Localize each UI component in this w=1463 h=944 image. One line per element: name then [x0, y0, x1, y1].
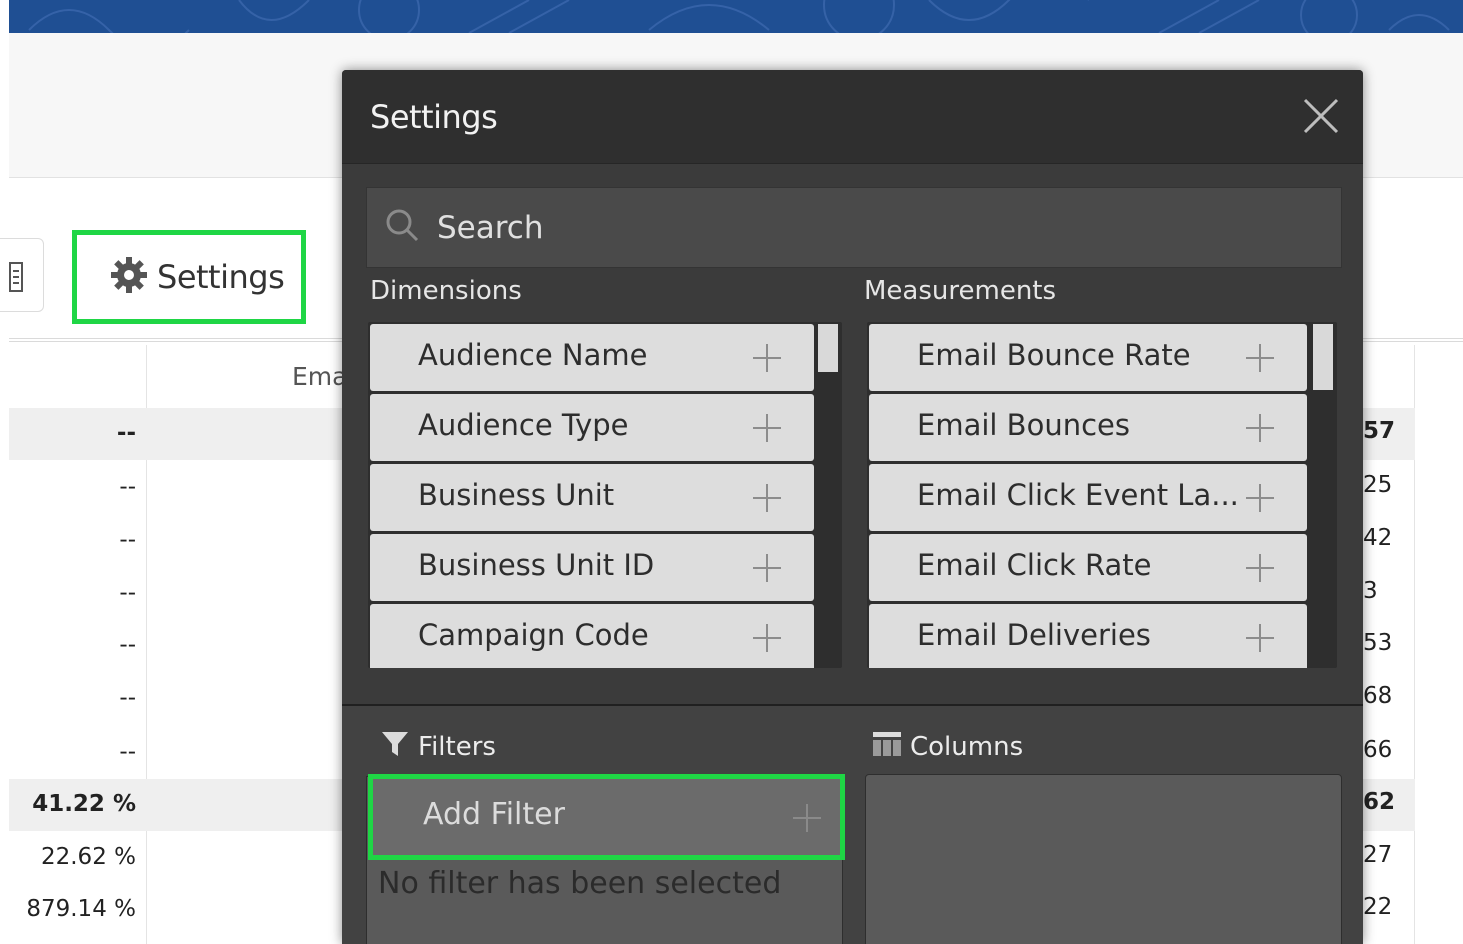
cell-value: 42 — [1363, 525, 1393, 551]
cell-value: 57 — [1363, 418, 1396, 444]
dimensions-scrollbar[interactable] — [816, 322, 840, 668]
cell-value: -- — [119, 580, 136, 606]
filters-label: Filters — [418, 731, 496, 762]
plus-icon[interactable] — [752, 413, 782, 443]
list-item[interactable]: Email Click Event La... — [869, 464, 1307, 531]
cell-value: 22.62 % — [40, 844, 136, 870]
list-item-label: Email Deliveries — [917, 618, 1151, 652]
search-icon — [385, 208, 421, 248]
filters-header: Filters — [380, 728, 496, 765]
plus-icon[interactable] — [1245, 483, 1275, 513]
cell-value: 3 — [1363, 578, 1378, 604]
add-filter-label: Add Filter — [423, 797, 565, 832]
plus-icon[interactable] — [752, 343, 782, 373]
search-input[interactable] — [437, 206, 1317, 250]
cell-value: -- — [116, 420, 136, 446]
columns-icon — [872, 728, 902, 765]
list-item-label: Email Click Event La... — [917, 478, 1239, 512]
settings-button-label: Settings — [157, 258, 285, 296]
close-icon[interactable] — [1301, 96, 1341, 136]
add-filter-button[interactable]: Add Filter — [368, 774, 845, 860]
list-item[interactable]: Email Deliveries — [869, 604, 1307, 668]
plus-icon[interactable] — [752, 553, 782, 583]
funnel-icon — [380, 728, 410, 765]
columns-label: Columns — [910, 731, 1024, 762]
columns-header: Columns — [872, 728, 1023, 765]
list-item-label: Email Bounces — [917, 408, 1130, 442]
scroll-thumb[interactable] — [1313, 324, 1333, 390]
gear-icon — [109, 255, 149, 299]
modal-header: Settings — [342, 70, 1363, 164]
measurements-label: Measurements — [864, 276, 1057, 306]
list-item[interactable]: Business Unit ID — [370, 534, 814, 601]
modal-title: Settings — [370, 98, 498, 136]
plus-icon — [792, 803, 822, 837]
columns-panel — [865, 774, 1342, 944]
cell-value: 66 — [1363, 737, 1393, 763]
list-item-label: Audience Name — [418, 338, 648, 372]
cell-value: 25 — [1363, 472, 1393, 498]
plus-icon[interactable] — [752, 623, 782, 653]
list-item[interactable]: Email Bounce Rate — [869, 324, 1307, 391]
plus-icon[interactable] — [1245, 553, 1275, 583]
list-item[interactable]: Email Click Rate — [869, 534, 1307, 601]
cell-value: -- — [119, 632, 136, 658]
cell-value: 68 — [1363, 683, 1393, 709]
column-header[interactable]: Ema — [292, 362, 347, 391]
list-item[interactable]: Audience Type — [370, 394, 814, 461]
cell-value: 22 — [1363, 894, 1393, 920]
measurements-list[interactable]: Email Bounce Rate Email Bounces Email Clic… — [867, 322, 1337, 668]
list-item[interactable]: Campaign Code — [370, 604, 814, 668]
plus-icon[interactable] — [1245, 343, 1275, 373]
cell-value: -- — [119, 739, 136, 765]
cell-value: -- — [119, 474, 136, 500]
plus-icon[interactable] — [1245, 623, 1275, 653]
settings-modal: Settings Dimensions Measurements Audienc… — [342, 70, 1363, 944]
scroll-thumb[interactable] — [818, 324, 838, 372]
dimensions-label: Dimensions — [370, 276, 522, 306]
cell-value: 879.14 % — [26, 896, 136, 922]
plus-icon[interactable] — [752, 483, 782, 513]
settings-button[interactable]: Settings — [72, 230, 306, 324]
list-item[interactable]: Audience Name — [370, 324, 814, 391]
banner-pattern — [28, 0, 1450, 33]
dimensions-list[interactable]: Audience Name Audience Type Business Unit B… — [368, 322, 842, 668]
list-item-label: Email Click Rate — [917, 548, 1152, 582]
toolbar-icon — [9, 261, 23, 297]
list-item-label: Business Unit ID — [418, 548, 655, 582]
search-box — [366, 187, 1342, 268]
cell-value: 53 — [1363, 630, 1393, 656]
list-item[interactable]: Business Unit — [370, 464, 814, 531]
no-filter-message: No filter has been selected — [378, 866, 782, 901]
list-item-label: Business Unit — [418, 478, 615, 512]
cell-value: -- — [119, 527, 136, 553]
measurements-scrollbar[interactable] — [1311, 322, 1335, 668]
cell-value: 62 — [1363, 789, 1396, 815]
list-item-label: Email Bounce Rate — [917, 338, 1191, 372]
list-item-label: Campaign Code — [418, 618, 649, 652]
top-banner — [9, 0, 1463, 33]
cell-value: -- — [119, 685, 136, 711]
cell-value: 27 — [1363, 842, 1393, 868]
cell-value: 41.22 % — [32, 791, 136, 817]
plus-icon[interactable] — [1245, 413, 1275, 443]
list-item[interactable]: Email Bounces — [869, 394, 1307, 461]
list-item-label: Audience Type — [418, 408, 629, 442]
toolbar-button[interactable] — [0, 238, 44, 312]
